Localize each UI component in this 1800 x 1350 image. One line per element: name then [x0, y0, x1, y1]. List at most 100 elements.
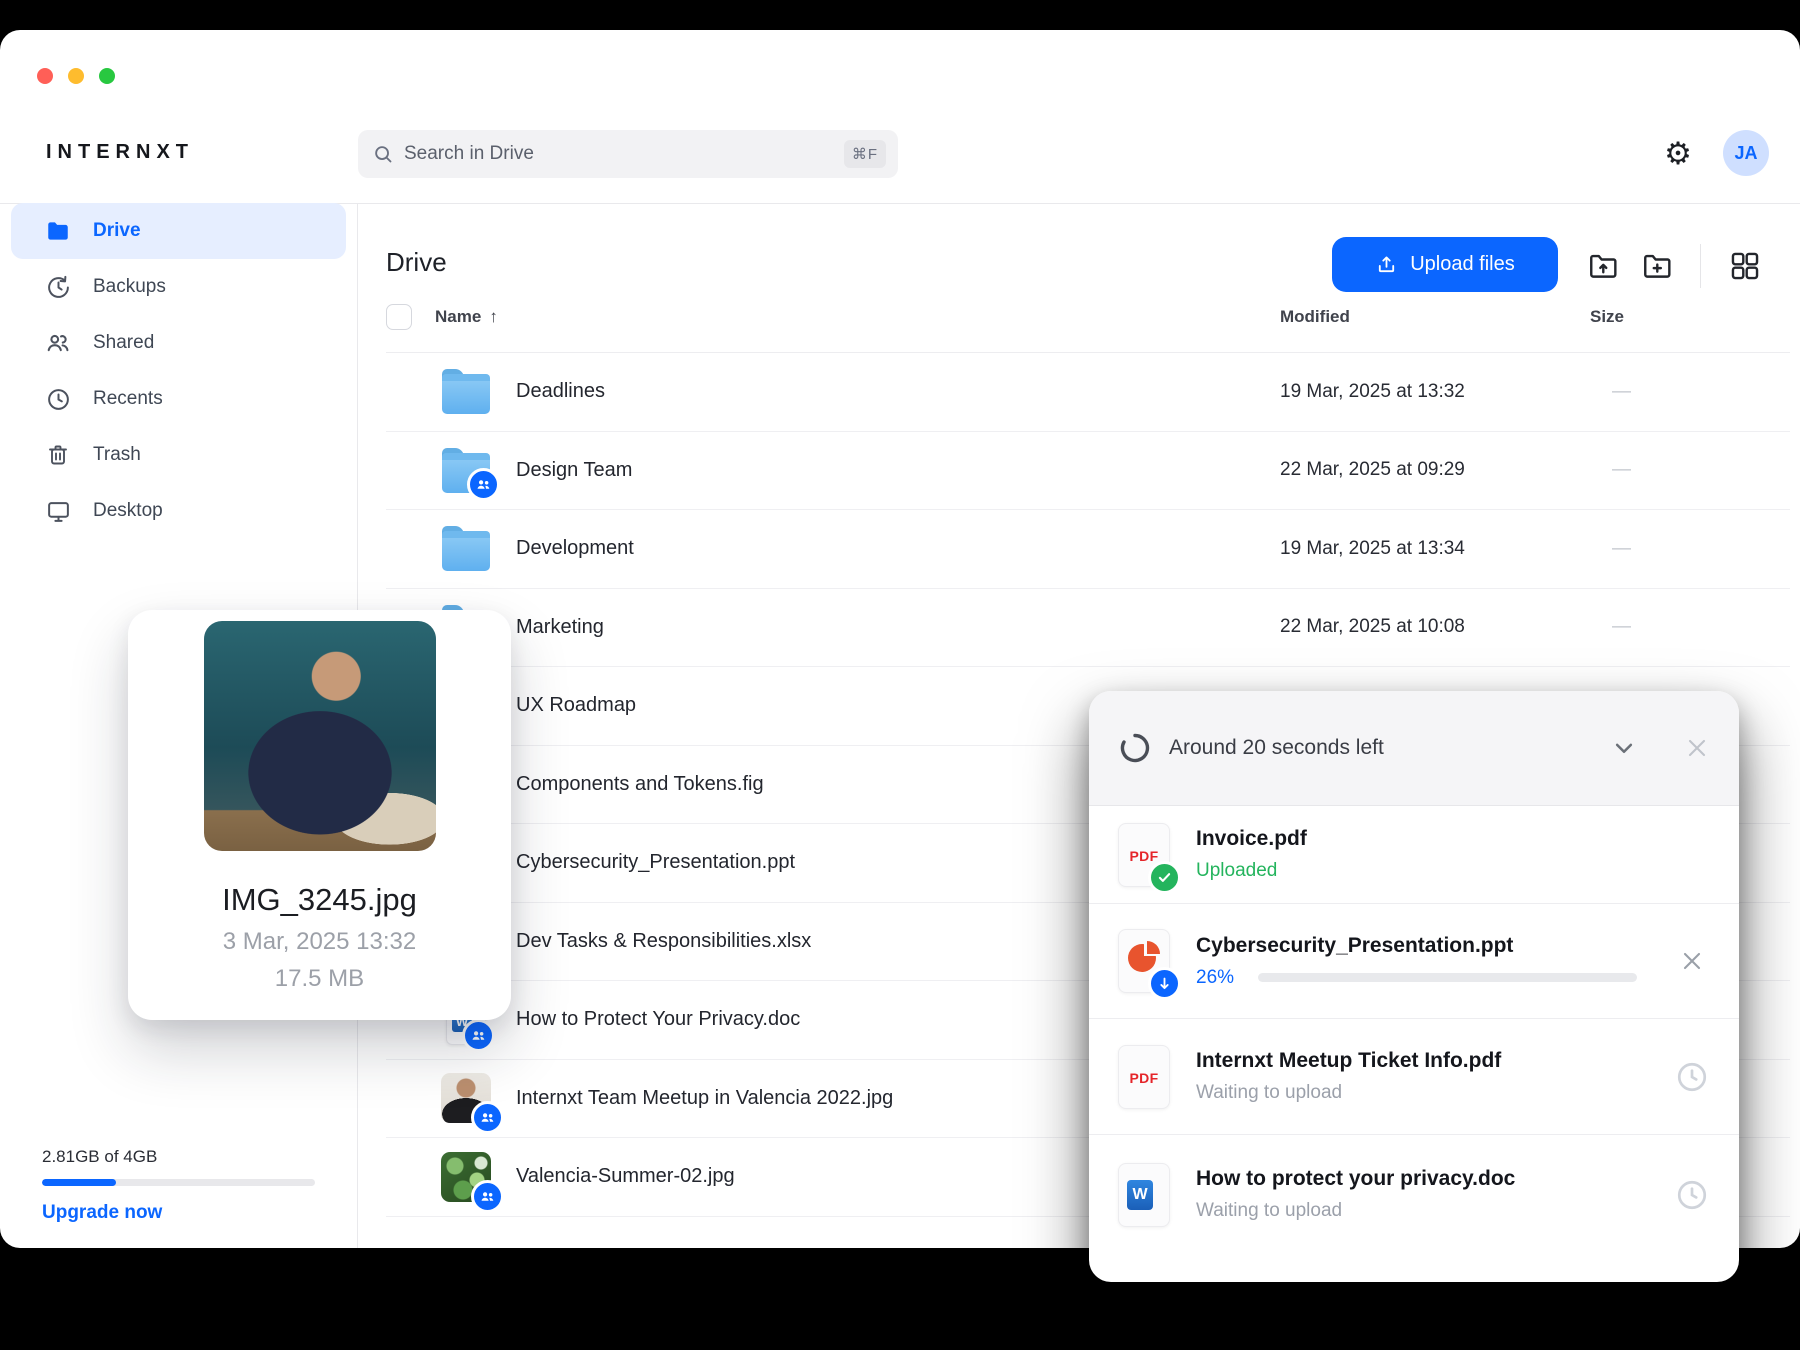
file-name: UX Roadmap — [516, 694, 637, 717]
upgrade-link[interactable]: Upgrade now — [42, 1202, 316, 1224]
table-row[interactable]: Design Team 22 Mar, 2025 at 09:29 — — [386, 432, 1790, 510]
upload-item: W How to protect your privacy.doc Waitin… — [1089, 1134, 1739, 1282]
status-badge — [1148, 860, 1181, 894]
file-name: Dev Tasks & Responsibilities.xlsx — [516, 929, 812, 952]
folder-plus-icon — [1644, 254, 1671, 278]
sidebar-item-recents[interactable]: Recents — [11, 371, 346, 427]
trash-icon — [45, 442, 71, 468]
preview-date: 3 Mar, 2025 13:32 — [222, 928, 417, 955]
upload-file-name: Internxt Meetup Ticket Info.pdf — [1196, 1049, 1502, 1072]
upload-items-list: PDF W Invoice.pdf Uploaded W Cyberse — [1089, 806, 1739, 1282]
sidebar-item-shared[interactable]: Shared — [11, 315, 346, 371]
file-modified: 19 Mar, 2025 at 13:32 — [1280, 380, 1465, 402]
upload-panel-header: Around 20 seconds left — [1089, 691, 1739, 806]
file-modified: 22 Mar, 2025 at 09:29 — [1280, 459, 1465, 481]
table-row[interactable]: Marketing 22 Mar, 2025 at 10:08 — — [386, 589, 1790, 667]
upload-file-icon: PDF W — [1118, 822, 1181, 894]
file-name: Internxt Team Meetup in Valencia 2022.jp… — [516, 1086, 894, 1109]
file-size: — — [1612, 616, 1631, 638]
shared-badge-icon — [471, 1101, 504, 1135]
waiting-clock-icon — [1669, 1059, 1715, 1095]
spinner-icon — [1120, 733, 1150, 763]
upload-status-text: 26% — [1196, 966, 1235, 988]
preview-filename: IMG_3245.jpg — [222, 882, 417, 917]
collapse-panel-button[interactable] — [1601, 725, 1647, 771]
internxt-logo: INTERNXT — [46, 141, 194, 163]
folder-upload-icon — [1590, 254, 1617, 278]
upload-progress-panel: Around 20 seconds left PDF W Invoice.pdf… — [1089, 691, 1739, 1282]
close-window-icon[interactable] — [37, 68, 53, 84]
file-type-icon — [441, 1151, 504, 1213]
page-title: Drive — [386, 247, 447, 277]
shared-badge-icon — [462, 1018, 495, 1052]
file-name: How to Protect Your Privacy.doc — [516, 1008, 801, 1031]
sort-ascending-icon: ↑ — [489, 306, 498, 326]
sidebar-item-trash[interactable]: Trash — [11, 427, 346, 483]
sidebar-item-label: Trash — [93, 444, 141, 465]
upload-item: W Cybersecurity_Presentation.ppt 26% — [1089, 903, 1739, 1018]
table-row[interactable]: Development 19 Mar, 2025 at 13:34 — — [386, 510, 1790, 589]
grid-view-icon — [1731, 252, 1759, 280]
upload-time-remaining: Around 20 seconds left — [1169, 736, 1384, 759]
storage-bar-fill — [42, 1179, 116, 1186]
file-size: — — [1612, 380, 1631, 402]
file-name: Deadlines — [516, 380, 605, 403]
grid-view-button[interactable] — [1727, 248, 1763, 284]
storage-indicator: 2.81GB of 4GB Upgrade now — [42, 1147, 316, 1224]
zoom-window-icon[interactable] — [99, 68, 115, 84]
sidebar-item-label: Recents — [93, 388, 163, 409]
window-traffic-lights[interactable] — [37, 68, 115, 84]
select-all-checkbox[interactable] — [386, 303, 412, 330]
close-icon — [1688, 739, 1706, 757]
upload-item: PDF W Invoice.pdf Uploaded — [1089, 806, 1739, 903]
status-badge — [1148, 967, 1181, 1000]
column-header-size[interactable]: Size — [1590, 307, 1624, 327]
column-header-modified[interactable]: Modified — [1280, 307, 1350, 327]
minimize-window-icon[interactable] — [68, 68, 84, 84]
sidebar-item-drive[interactable]: Drive — [11, 203, 346, 259]
file-type-icon — [441, 1073, 504, 1135]
pdf-icon-label: PDF — [1129, 1069, 1159, 1086]
sidebar-item-label: Drive — [93, 220, 141, 241]
column-header-name[interactable]: Name ↑ — [435, 307, 498, 327]
clock-icon — [45, 386, 71, 412]
sidebar-item-backups[interactable]: Backups — [11, 259, 346, 315]
sidebar-item-label: Desktop — [93, 500, 163, 521]
upload-file-name: Cybersecurity_Presentation.ppt — [1196, 933, 1514, 957]
people-icon — [45, 330, 71, 356]
file-name: Marketing — [516, 615, 604, 638]
chevron-down-icon — [1615, 743, 1633, 753]
table-header: Name ↑ Modified Size — [386, 281, 1790, 353]
file-modified: 19 Mar, 2025 at 13:34 — [1280, 537, 1465, 559]
file-type-icon — [442, 369, 490, 415]
cancel-upload-button[interactable] — [1669, 947, 1715, 975]
search-bar[interactable]: ⌘F — [358, 130, 898, 178]
waiting-clock-icon — [1669, 1177, 1715, 1213]
sidebar-item-desktop[interactable]: Desktop — [11, 483, 346, 539]
file-name: Components and Tokens.fig — [516, 772, 764, 795]
search-input[interactable] — [404, 143, 844, 165]
upload-status-text: Waiting to upload — [1196, 1200, 1343, 1221]
upload-folder-button[interactable] — [1586, 248, 1622, 284]
monitor-icon — [45, 498, 71, 524]
upload-icon — [1379, 256, 1395, 273]
create-folder-button[interactable] — [1640, 248, 1676, 284]
search-shortcut-badge: ⌘F — [843, 140, 886, 168]
avatar[interactable]: JA — [1723, 130, 1769, 176]
upload-status-text: Uploaded — [1196, 860, 1278, 881]
upload-file-icon: W — [1118, 1162, 1170, 1227]
table-row[interactable]: Deadlines 19 Mar, 2025 at 13:32 — — [386, 353, 1790, 432]
upload-files-label: Upload files — [1410, 253, 1515, 275]
file-name: Valencia-Summer-02.jpg — [516, 1165, 735, 1188]
file-type-icon — [442, 526, 490, 572]
sidebar-item-label: Backups — [93, 276, 166, 297]
file-size: — — [1612, 537, 1631, 559]
history-icon — [45, 274, 71, 300]
search-icon — [375, 146, 392, 163]
file-modified: 22 Mar, 2025 at 10:08 — [1280, 616, 1465, 638]
upload-file-name: Invoice.pdf — [1196, 827, 1307, 850]
close-panel-button[interactable] — [1674, 725, 1720, 771]
settings-gear-icon[interactable]: ⚙ — [1660, 136, 1696, 172]
file-name: Cybersecurity_Presentation.ppt — [516, 851, 796, 874]
close-icon — [1683, 952, 1701, 970]
